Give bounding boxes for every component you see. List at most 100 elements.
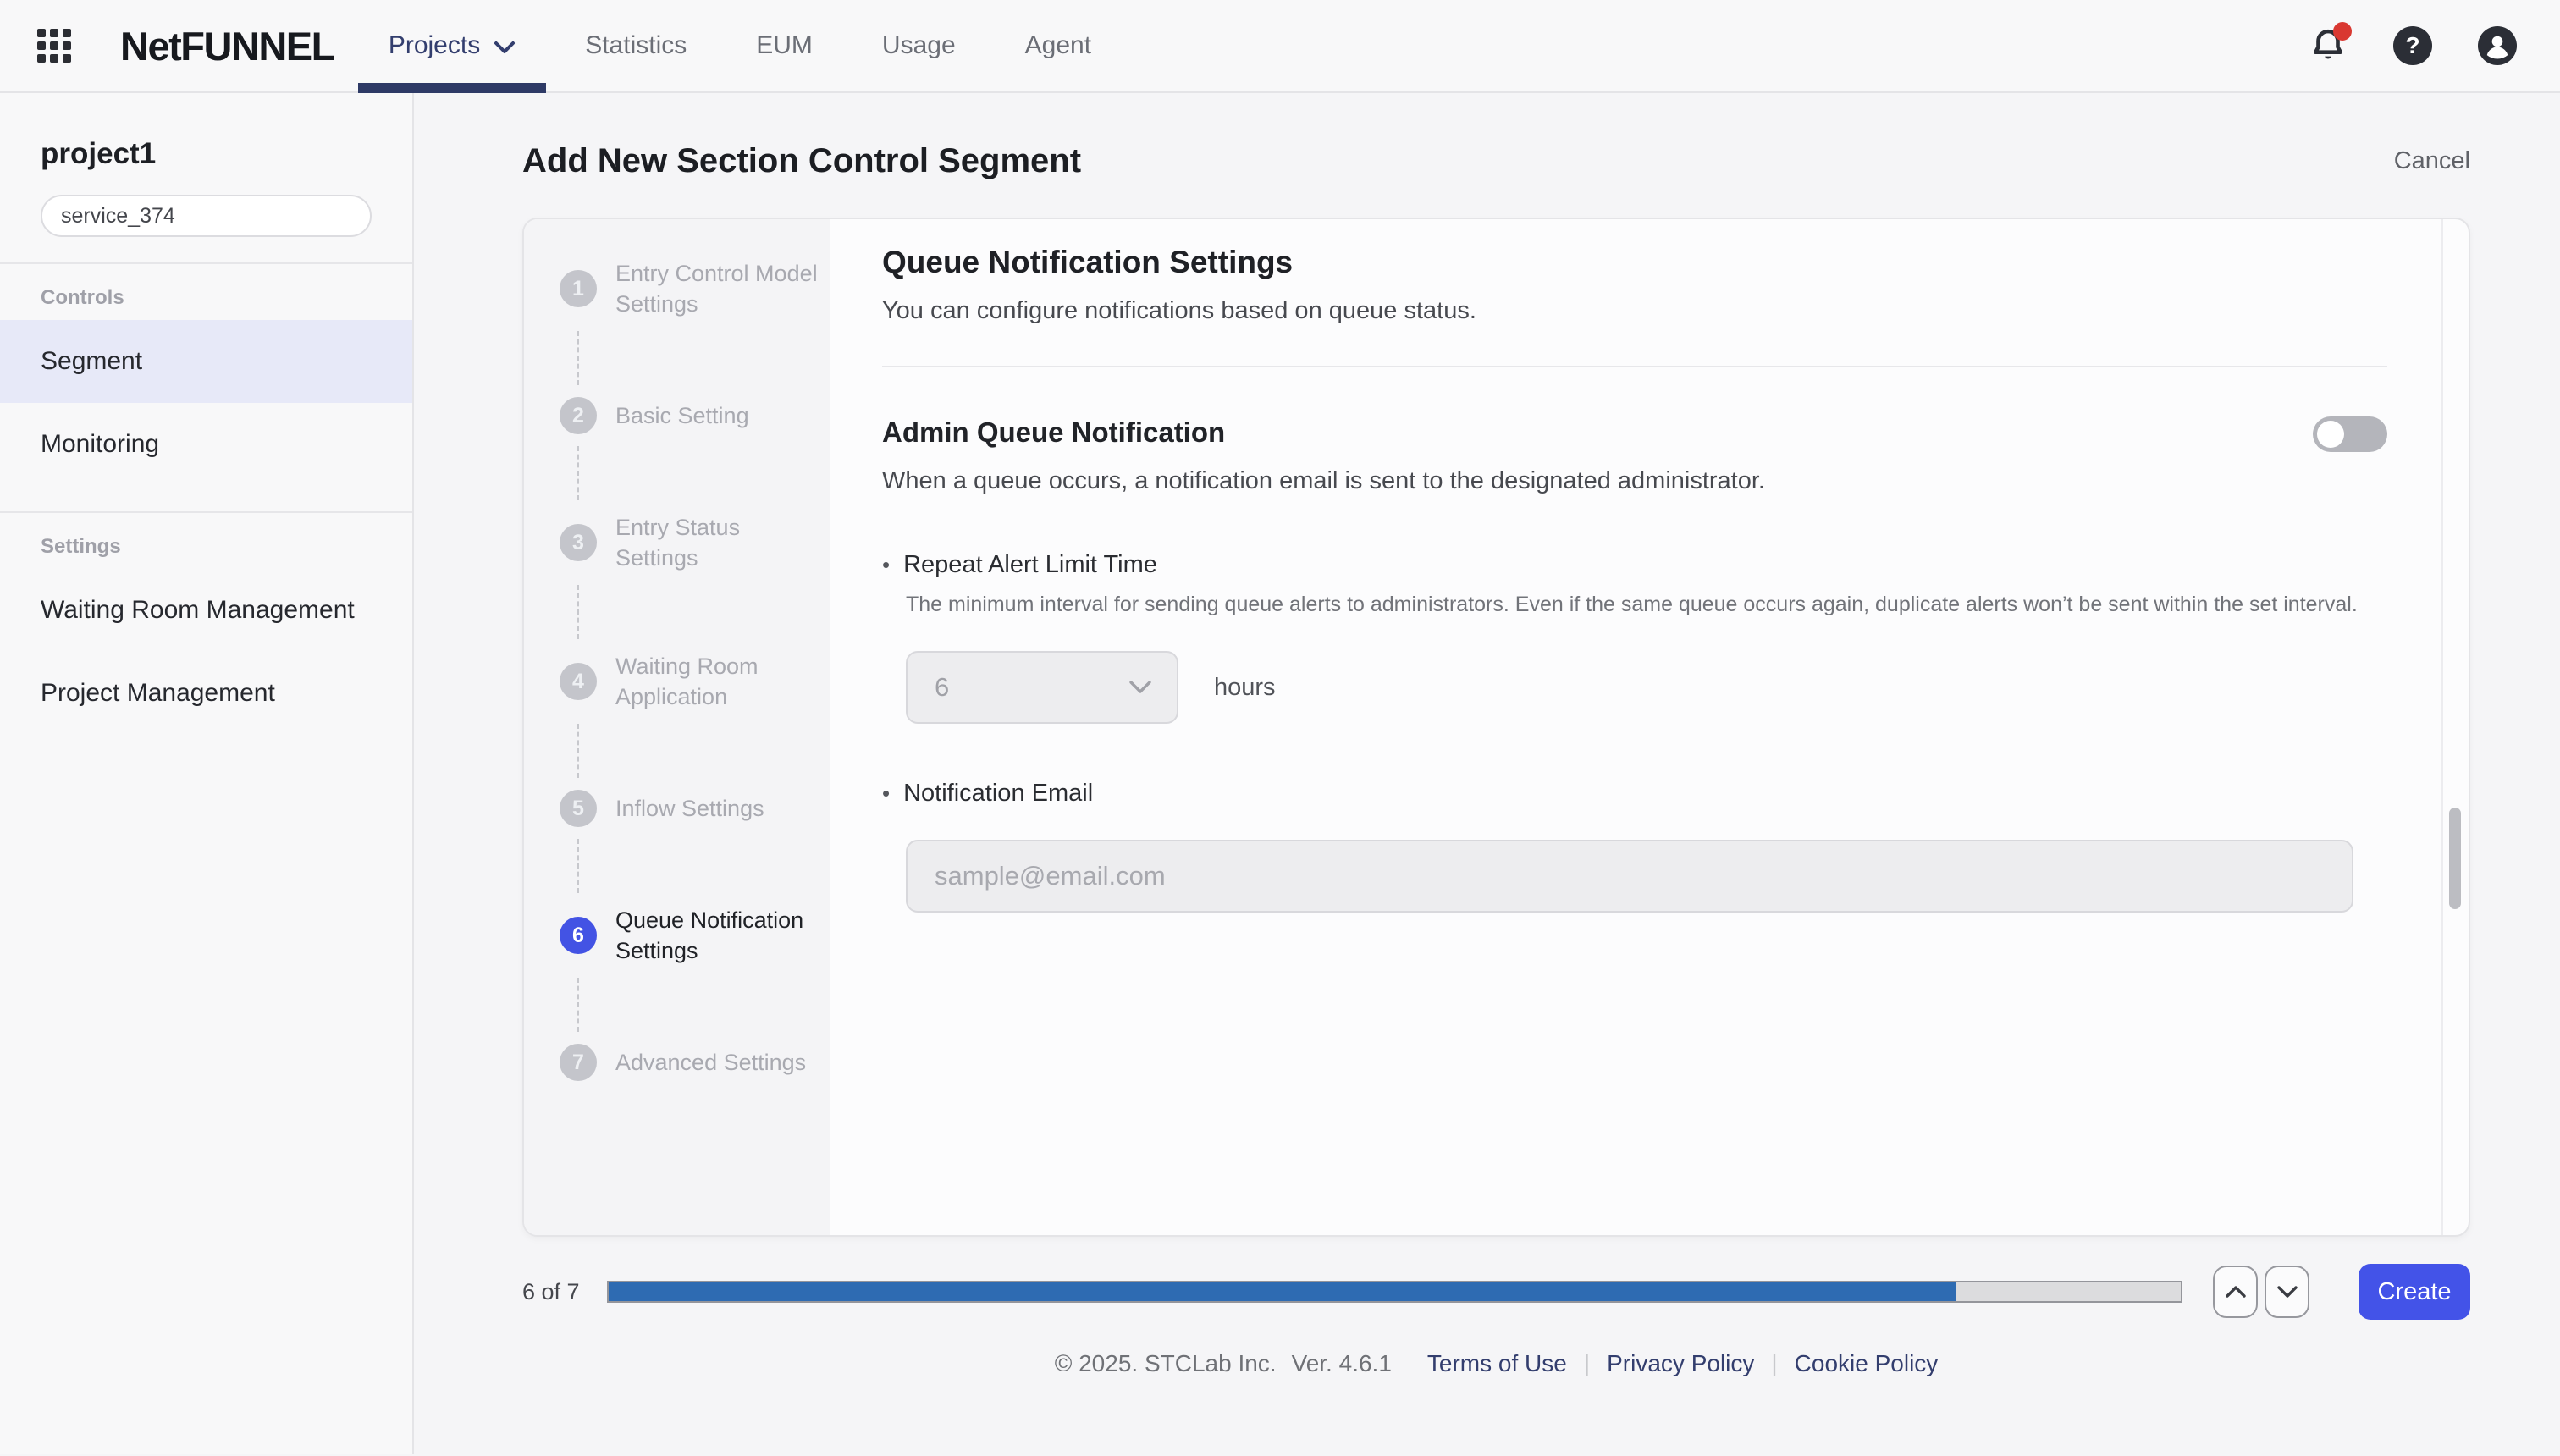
- step-content: Queue Notification Settings You can conf…: [830, 219, 2469, 1235]
- step-4-waiting-room-application[interactable]: 4 Waiting Room Application: [560, 651, 830, 712]
- step-number: 4: [560, 663, 597, 700]
- step-number: 2: [560, 397, 597, 434]
- step-number: 1: [560, 270, 597, 307]
- copyright-text: © 2025. STCLab Inc.: [1055, 1350, 1277, 1377]
- chevron-down-icon: [2276, 1285, 2298, 1299]
- step-6-queue-notification-settings[interactable]: 6 Queue Notification Settings: [560, 905, 830, 966]
- step-progress-label: 6 of 7: [522, 1279, 607, 1305]
- nav-item-label: Statistics: [585, 31, 687, 60]
- step-5-inflow-settings[interactable]: 5 Inflow Settings: [560, 790, 830, 827]
- notification-badge: [2333, 22, 2352, 41]
- repeat-alert-limit-label: • Repeat Alert Limit Time: [882, 551, 2387, 579]
- service-selector[interactable]: service_374: [41, 195, 372, 237]
- content-title: Queue Notification Settings: [882, 245, 2387, 280]
- account-icon[interactable]: [2477, 25, 2518, 66]
- admin-queue-notification-title: Admin Queue Notification: [882, 416, 1225, 449]
- sidebar-item-project-management[interactable]: Project Management: [0, 652, 412, 735]
- nav-item-label: EUM: [756, 31, 813, 60]
- sidebar-item-monitoring[interactable]: Monitoring: [0, 403, 412, 486]
- footer-links: Terms of Use | Privacy Policy | Cookie P…: [1427, 1350, 1938, 1377]
- step-label: Advanced Settings: [615, 1047, 829, 1078]
- cancel-button[interactable]: Cancel: [2394, 147, 2470, 175]
- sidebar-item-label: Project Management: [41, 679, 275, 708]
- chevron-down-icon: [494, 41, 516, 54]
- step-3-entry-status-settings[interactable]: 3 Entry Status Settings: [560, 512, 830, 573]
- step-connector: [577, 585, 830, 639]
- sidebar-item-segment[interactable]: Segment: [0, 320, 412, 403]
- footer-separator: |: [1584, 1350, 1590, 1377]
- wizard-bottom-bar: 6 of 7 Create: [522, 1264, 2470, 1320]
- project-name: project1: [41, 137, 412, 171]
- select-value: 6: [935, 672, 949, 703]
- step-number: 6: [560, 917, 597, 954]
- sidebar-divider: [0, 511, 412, 513]
- sidebar-item-waiting-room-management[interactable]: Waiting Room Management: [0, 569, 412, 652]
- nav-item-label: Agent: [1025, 31, 1091, 60]
- wizard-card: 1 Entry Control Model Settings 2 Basic S…: [522, 218, 2470, 1237]
- progress-fill: [609, 1282, 1956, 1301]
- service-selector-value: service_374: [61, 204, 175, 229]
- nav-item-agent[interactable]: Agent: [995, 0, 1122, 91]
- nav-item-projects[interactable]: Projects: [358, 0, 546, 91]
- repeat-alert-limit-description: The minimum interval for sending queue a…: [906, 593, 2387, 617]
- top-navbar: NetFUNNEL Projects Statistics EUM Usage …: [0, 0, 2560, 93]
- cookie-policy-link[interactable]: Cookie Policy: [1795, 1350, 1939, 1377]
- bullet-icon: •: [882, 780, 890, 807]
- step-label: Entry Control Model Settings: [615, 258, 829, 319]
- card-scrollbar-track: [2441, 219, 2469, 1235]
- sidebar-divider: [0, 262, 412, 264]
- admin-queue-notification-toggle[interactable]: [2313, 416, 2387, 452]
- bullet-icon: •: [882, 552, 890, 578]
- sidebar-section-settings: Settings: [41, 535, 412, 559]
- notification-email-label: • Notification Email: [882, 780, 2387, 808]
- notification-bell-icon[interactable]: [2308, 25, 2348, 66]
- step-connector: [577, 446, 830, 500]
- nav-item-usage[interactable]: Usage: [852, 0, 986, 91]
- step-label: Inflow Settings: [615, 793, 829, 824]
- step-connector: [577, 978, 830, 1032]
- notification-email-input[interactable]: [906, 840, 2353, 913]
- repeat-alert-hours-select[interactable]: 6: [906, 651, 1178, 724]
- main-header: Add New Section Control Segment Cancel: [522, 142, 2470, 180]
- privacy-policy-link[interactable]: Privacy Policy: [1607, 1350, 1754, 1377]
- sidebar-section-controls: Controls: [41, 286, 412, 310]
- step-number: 3: [560, 524, 597, 561]
- card-scrollbar-thumb[interactable]: [2449, 808, 2461, 909]
- terms-of-use-link[interactable]: Terms of Use: [1427, 1350, 1567, 1377]
- main-area: Add New Section Control Segment Cancel 1…: [414, 93, 2560, 1454]
- create-button[interactable]: Create: [2359, 1264, 2470, 1320]
- sidebar-item-label: Waiting Room Management: [41, 596, 355, 625]
- field-label-text: Notification Email: [903, 780, 1093, 808]
- toggle-knob: [2317, 421, 2344, 448]
- navbar-right-icons: ?: [2308, 25, 2518, 66]
- step-connector: [577, 724, 830, 778]
- step-1-entry-control-model-settings[interactable]: 1 Entry Control Model Settings: [560, 258, 830, 319]
- version-text: Ver. 4.6.1: [1292, 1350, 1392, 1377]
- nav-item-statistics[interactable]: Statistics: [554, 0, 717, 91]
- notification-email-group: • Notification Email: [882, 780, 2387, 913]
- app-launcher-icon[interactable]: [37, 29, 71, 63]
- field-label-text: Repeat Alert Limit Time: [903, 551, 1157, 579]
- next-step-button[interactable]: [2265, 1266, 2309, 1318]
- primary-nav: Projects Statistics EUM Usage Agent: [358, 0, 1122, 91]
- sidebar-item-label: Segment: [41, 347, 142, 376]
- step-connector: [577, 839, 830, 893]
- help-icon[interactable]: ?: [2392, 25, 2433, 66]
- repeat-alert-select-row: 6 hours: [906, 651, 2387, 724]
- netfunnel-logo[interactable]: NetFUNNEL: [120, 23, 334, 69]
- step-2-basic-setting[interactable]: 2 Basic Setting: [560, 397, 830, 434]
- step-label: Queue Notification Settings: [615, 905, 829, 966]
- nav-item-eum[interactable]: EUM: [726, 0, 843, 91]
- step-label: Waiting Room Application: [615, 651, 829, 712]
- step-connector: [577, 331, 830, 385]
- nav-item-label: Projects: [389, 31, 480, 60]
- wizard-stepper: 1 Entry Control Model Settings 2 Basic S…: [524, 219, 830, 1235]
- step-7-advanced-settings[interactable]: 7 Advanced Settings: [560, 1044, 830, 1081]
- page-title: Add New Section Control Segment: [522, 142, 1081, 180]
- footer-separator: |: [1771, 1350, 1777, 1377]
- admin-queue-notification-row: Admin Queue Notification: [882, 416, 2387, 452]
- hours-unit-label: hours: [1214, 674, 1276, 702]
- previous-step-button[interactable]: [2213, 1266, 2258, 1318]
- content-subtitle: You can configure notifications based on…: [882, 297, 2387, 325]
- content-divider: [882, 366, 2387, 367]
